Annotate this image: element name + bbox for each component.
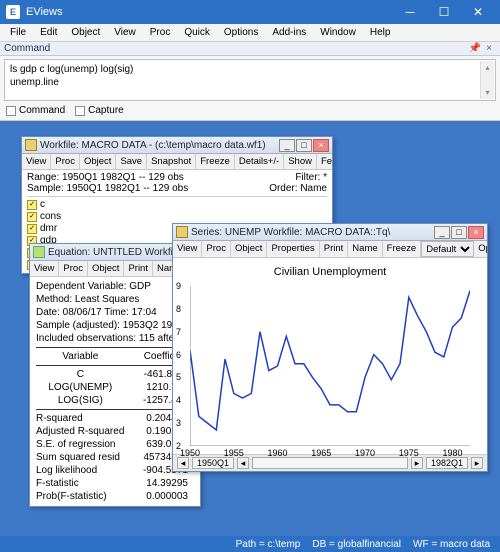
chart-plot: 234567891950195519601965197019751980 <box>190 286 470 446</box>
nav-track[interactable] <box>252 457 408 469</box>
range-value: 1950Q1 1982Q1 -- 129 obs <box>62 172 184 183</box>
menu-proc[interactable]: Proc <box>144 26 177 39</box>
win-close-button[interactable]: × <box>468 226 484 239</box>
nav-prev-icon[interactable]: ◂ <box>177 457 189 469</box>
series-window-icon <box>176 226 188 238</box>
workfile-title: Workfile: MACRO DATA - (c:\temp\macro da… <box>40 140 279 151</box>
series-window[interactable]: Series: UNEMP Workfile: MACRO DATA::Tq\ … <box>172 223 488 472</box>
menu-options[interactable]: Options <box>218 26 264 39</box>
var-item[interactable]: ✓c <box>27 199 327 211</box>
series-title: Series: UNEMP Workfile: MACRO DATA::Tq\ <box>191 227 434 238</box>
filter-value: Filter: * <box>269 172 327 183</box>
tb-proc[interactable]: Proc <box>59 261 88 276</box>
series-icon: ✓ <box>27 200 37 210</box>
command-title: Command <box>4 43 468 54</box>
command-close-button[interactable]: × <box>482 43 496 54</box>
tb-properties[interactable]: Properties <box>267 241 319 257</box>
menu-object[interactable]: Object <box>65 26 106 39</box>
tb-name[interactable]: Name <box>348 241 382 257</box>
nav-next-icon[interactable]: ▸ <box>471 457 483 469</box>
status-wf: WF = macro data <box>413 539 490 550</box>
tb-freeze[interactable]: Freeze <box>196 154 235 169</box>
command-line: unemp.line <box>10 76 490 89</box>
graph-type-select[interactable]: Default <box>421 241 474 257</box>
tb-options[interactable]: Options <box>474 241 487 257</box>
order-value: Order: Name <box>269 183 327 194</box>
series-icon: ✓ <box>27 212 37 222</box>
tb-details[interactable]: Details+/- <box>235 154 284 169</box>
scrollbar[interactable]: ▴▾ <box>480 61 494 99</box>
status-db: DB = globalfinancial <box>312 539 401 550</box>
command-checkbox[interactable]: Command <box>6 105 65 116</box>
menu-edit[interactable]: Edit <box>34 26 63 39</box>
sample-value: 1950Q1 1982Q1 -- 129 obs <box>66 183 188 194</box>
workfile-icon <box>25 139 37 151</box>
nav-start: 1950Q1 <box>192 457 234 469</box>
series-toolbar: View Proc Object Properties Print Name F… <box>173 241 487 258</box>
tb-proc[interactable]: Proc <box>202 241 231 257</box>
nav-step-prev-icon[interactable]: ◂ <box>237 457 249 469</box>
win-maximize-button[interactable]: □ <box>296 139 312 152</box>
nav-end: 1982Q1 <box>426 457 468 469</box>
command-line: ls gdp c log(unemp) log(sig) <box>10 63 490 76</box>
nav-step-next-icon[interactable]: ▸ <box>411 457 423 469</box>
command-input[interactable]: ls gdp c log(unemp) log(sig) unemp.line … <box>4 59 496 101</box>
tb-view[interactable]: View <box>30 261 59 276</box>
tb-object[interactable]: Object <box>88 261 124 276</box>
app-name: EViews <box>26 6 394 18</box>
close-button[interactable]: ✕ <box>462 0 494 24</box>
range-label: Range: <box>27 172 59 183</box>
win-maximize-button[interactable]: □ <box>451 226 467 239</box>
menubar: File Edit Object View Proc Quick Options… <box>0 24 500 42</box>
tb-view[interactable]: View <box>173 241 202 257</box>
tb-save[interactable]: Save <box>116 154 147 169</box>
win-close-button[interactable]: × <box>313 139 329 152</box>
menu-help[interactable]: Help <box>364 26 397 39</box>
sample-slider[interactable]: ◂ 1950Q1 ◂ ▸ 1982Q1 ▸ <box>173 454 487 471</box>
tb-object[interactable]: Object <box>231 241 267 257</box>
tb-snapshot[interactable]: Snapshot <box>147 154 196 169</box>
chart-area: Civilian Unemployment 234567891950195519… <box>173 258 487 454</box>
app-logo-icon: E <box>6 5 20 19</box>
tb-view[interactable]: View <box>22 154 51 169</box>
tb-object[interactable]: Object <box>80 154 116 169</box>
tb-show[interactable]: Show <box>284 154 317 169</box>
capture-checkbox[interactable]: Capture <box>75 105 124 116</box>
tb-fetch[interactable]: Fetch <box>317 154 332 169</box>
win-minimize-button[interactable]: _ <box>279 139 295 152</box>
tb-print[interactable]: Print <box>124 261 153 276</box>
tb-freeze[interactable]: Freeze <box>383 241 422 257</box>
sample-label: Sample: <box>27 183 64 194</box>
equation-icon <box>33 246 45 258</box>
menu-file[interactable]: File <box>4 26 32 39</box>
menu-addins[interactable]: Add-ins <box>266 26 312 39</box>
maximize-button[interactable]: ☐ <box>428 0 460 24</box>
series-icon: ✓ <box>27 224 37 234</box>
tb-print[interactable]: Print <box>320 241 349 257</box>
tb-proc[interactable]: Proc <box>51 154 80 169</box>
menu-view[interactable]: View <box>108 26 142 39</box>
pin-icon[interactable]: 📌 <box>468 43 482 54</box>
command-panel: Command 📌 × ls gdp c log(unemp) log(sig)… <box>0 42 500 121</box>
minimize-button[interactable]: ─ <box>394 0 426 24</box>
status-bar: Path = c:\temp DB = globalfinancial WF =… <box>0 536 500 552</box>
win-minimize-button[interactable]: _ <box>434 226 450 239</box>
menu-quick[interactable]: Quick <box>178 26 216 39</box>
menu-window[interactable]: Window <box>314 26 362 39</box>
mdi-workspace: Workfile: MACRO DATA - (c:\temp\macro da… <box>0 121 500 541</box>
workfile-toolbar: View Proc Object Save Snapshot Freeze De… <box>22 154 332 170</box>
var-item[interactable]: ✓cons <box>27 211 327 223</box>
chart-title: Civilian Unemployment <box>177 266 483 278</box>
status-path: Path = c:\temp <box>236 539 301 550</box>
app-titlebar: E EViews ─ ☐ ✕ <box>0 0 500 24</box>
